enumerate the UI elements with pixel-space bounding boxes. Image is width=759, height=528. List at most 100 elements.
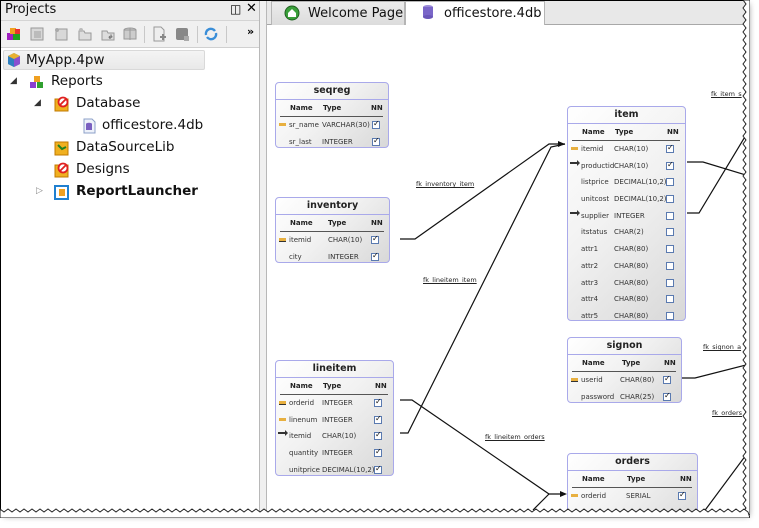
link-label-fk-item-s[interactable]: fk_item_s [711, 90, 742, 98]
add-database-icon[interactable] [174, 26, 190, 42]
not-null-checkbox[interactable] [666, 228, 674, 237]
tree-item-database[interactable]: ◢ Database [1, 94, 241, 114]
database-icon[interactable] [122, 26, 138, 42]
table-row[interactable]: itemid CHAR(10) [276, 428, 393, 445]
not-null-checkbox[interactable] [666, 211, 674, 220]
table-row[interactable]: linenum INTEGER [276, 412, 393, 429]
table-signon[interactable]: signon Name Type NN userid CHAR(80) pass… [567, 337, 682, 403]
table-row[interactable]: listprice DECIMAL(10,2) [568, 174, 685, 191]
not-null-checkbox[interactable] [372, 136, 380, 146]
not-null-checkbox[interactable] [372, 119, 380, 129]
new-document-icon[interactable] [151, 26, 167, 42]
table-orders[interactable]: orders Name Type NN orderid SERIAL [567, 453, 698, 512]
projects-panel: Projects ◫ ✕ # » MyApp.4pw ◢ Reports ◢ D… [1, 1, 261, 512]
tree-item-myapp[interactable]: MyApp.4pw [3, 50, 205, 70]
col-name-header: Name [290, 382, 313, 390]
table-row[interactable]: orderid INTEGER [276, 395, 393, 412]
not-null-checkbox[interactable] [371, 234, 379, 244]
table-row[interactable]: orderid SERIAL [568, 488, 697, 505]
close-icon[interactable]: ✕ [246, 1, 257, 16]
col-name-header: Name [290, 219, 313, 227]
new-folder-icon[interactable] [77, 26, 93, 42]
table-seqreg[interactable]: seqreg Name Type NN sr_name VARCHAR(30) … [275, 82, 389, 148]
table-row[interactable]: attr2 CHAR(80) [568, 258, 685, 275]
collapsed-arrow-icon[interactable]: ▷ [36, 186, 43, 196]
not-null-checkbox[interactable] [666, 295, 674, 304]
open-file-icon[interactable] [29, 26, 45, 42]
table-row[interactable]: supplier INTEGER [568, 208, 685, 225]
field-name: itemid [581, 145, 604, 153]
table-row[interactable]: unitprice DECIMAL(10,2) [276, 462, 393, 479]
table-row[interactable]: userid CHAR(80) [568, 372, 681, 389]
tree-item-reportlauncher[interactable]: ▷ ReportLauncher [1, 182, 241, 202]
toolbar-overflow-button[interactable]: » [247, 25, 254, 38]
tree-item-officestore[interactable]: officestore.4db [1, 116, 241, 136]
not-null-checkbox[interactable] [663, 374, 671, 384]
not-null-checkbox[interactable] [374, 414, 382, 424]
reports-blocks-icon [30, 76, 43, 88]
link-label-fk-orders[interactable]: fk_orders [712, 409, 742, 417]
datasource-lib-icon [54, 141, 69, 156]
tree-item-datasourcelib[interactable]: DataSourceLib [1, 138, 241, 158]
not-null-checkbox[interactable] [666, 278, 674, 287]
table-lineitem[interactable]: lineitem Name Type NN orderid INTEGER li… [275, 360, 394, 476]
new-project-icon[interactable] [6, 26, 22, 42]
field-name: attr2 [581, 261, 599, 270]
tab-officestore[interactable]: officestore.4db [405, 1, 545, 26]
svg-text:#: # [108, 34, 113, 41]
not-null-checkbox[interactable] [371, 251, 379, 261]
refresh-sync-icon[interactable] [203, 26, 219, 42]
table-item[interactable]: item Name Type NN itemid CHAR(10) produc… [567, 106, 686, 321]
table-row[interactable]: productid CHAR(10) [568, 158, 685, 175]
not-null-checkbox[interactable] [666, 178, 674, 187]
tree-item-designs[interactable]: Designs [1, 160, 241, 180]
table-row[interactable]: attr5 CHAR(80) [568, 308, 685, 325]
primary-key-icon [279, 417, 286, 421]
table-row[interactable]: attr1 CHAR(80) [568, 241, 685, 258]
not-null-checkbox[interactable] [374, 464, 382, 474]
table-row[interactable]: sr_name VARCHAR(30) [276, 117, 388, 134]
tree-item-reports[interactable]: ◢ Reports [1, 72, 241, 92]
not-null-checkbox[interactable] [666, 160, 674, 170]
not-null-checkbox[interactable] [666, 195, 674, 204]
link-label-fk-inventory-item[interactable]: fk_inventory_item [416, 180, 474, 188]
not-null-checkbox[interactable] [374, 447, 382, 458]
not-null-checkbox[interactable] [666, 261, 674, 270]
not-null-checkbox[interactable] [374, 430, 382, 441]
not-null-checkbox[interactable] [374, 397, 382, 407]
restore-window-icon[interactable]: ◫ [230, 2, 241, 16]
field-name: orderid [289, 399, 315, 407]
table-row[interactable]: password CHAR(25) [568, 389, 681, 406]
table-row[interactable]: attr4 CHAR(80) [568, 291, 685, 308]
new-item-icon[interactable] [53, 26, 69, 42]
field-type: CHAR(10) [322, 432, 357, 441]
not-null-checkbox[interactable] [666, 143, 674, 153]
col-nn-header: NN [680, 475, 692, 483]
project-tree: MyApp.4pw ◢ Reports ◢ Database officesto… [1, 49, 259, 512]
add-folder-icon[interactable]: # [100, 26, 116, 42]
table-row[interactable]: itstatus CHAR(2) [568, 224, 685, 241]
link-label-fk-lineitem-orders[interactable]: fk_lineitem_orders [485, 433, 545, 441]
expanded-arrow-icon[interactable]: ◢ [34, 98, 41, 108]
expanded-arrow-icon[interactable]: ◢ [10, 76, 17, 86]
table-row[interactable]: unitcost DECIMAL(10,2) [568, 191, 685, 208]
table-row[interactable]: attr3 CHAR(80) [568, 275, 685, 292]
col-name-header: Name [582, 475, 605, 483]
table-row[interactable]: itemid CHAR(10) [568, 141, 685, 158]
tab-welcome-page[interactable]: Welcome Page [271, 1, 405, 25]
table-row[interactable]: itemid CHAR(10) [276, 232, 389, 249]
table-row[interactable]: city INTEGER [276, 249, 389, 266]
field-type: CHAR(10) [614, 161, 649, 170]
not-null-checkbox[interactable] [666, 311, 674, 320]
table-inventory[interactable]: inventory Name Type NN itemid CHAR(10) c… [275, 197, 390, 263]
field-type: CHAR(10) [614, 145, 649, 153]
not-null-checkbox[interactable] [666, 245, 674, 254]
er-diagram-canvas[interactable]: fk_inventory_item fk_lineitem_item fk_li… [267, 25, 745, 512]
table-row[interactable]: sr_last INTEGER [276, 134, 388, 151]
panel-splitter[interactable] [259, 1, 267, 512]
link-label-fk-lineitem-item[interactable]: fk_lineitem_item [423, 276, 477, 284]
table-row[interactable]: quantity INTEGER [276, 445, 393, 462]
link-label-fk-signon-a[interactable]: fk_signon_a [703, 343, 741, 351]
not-null-checkbox[interactable] [678, 490, 686, 500]
not-null-checkbox[interactable] [663, 391, 671, 401]
